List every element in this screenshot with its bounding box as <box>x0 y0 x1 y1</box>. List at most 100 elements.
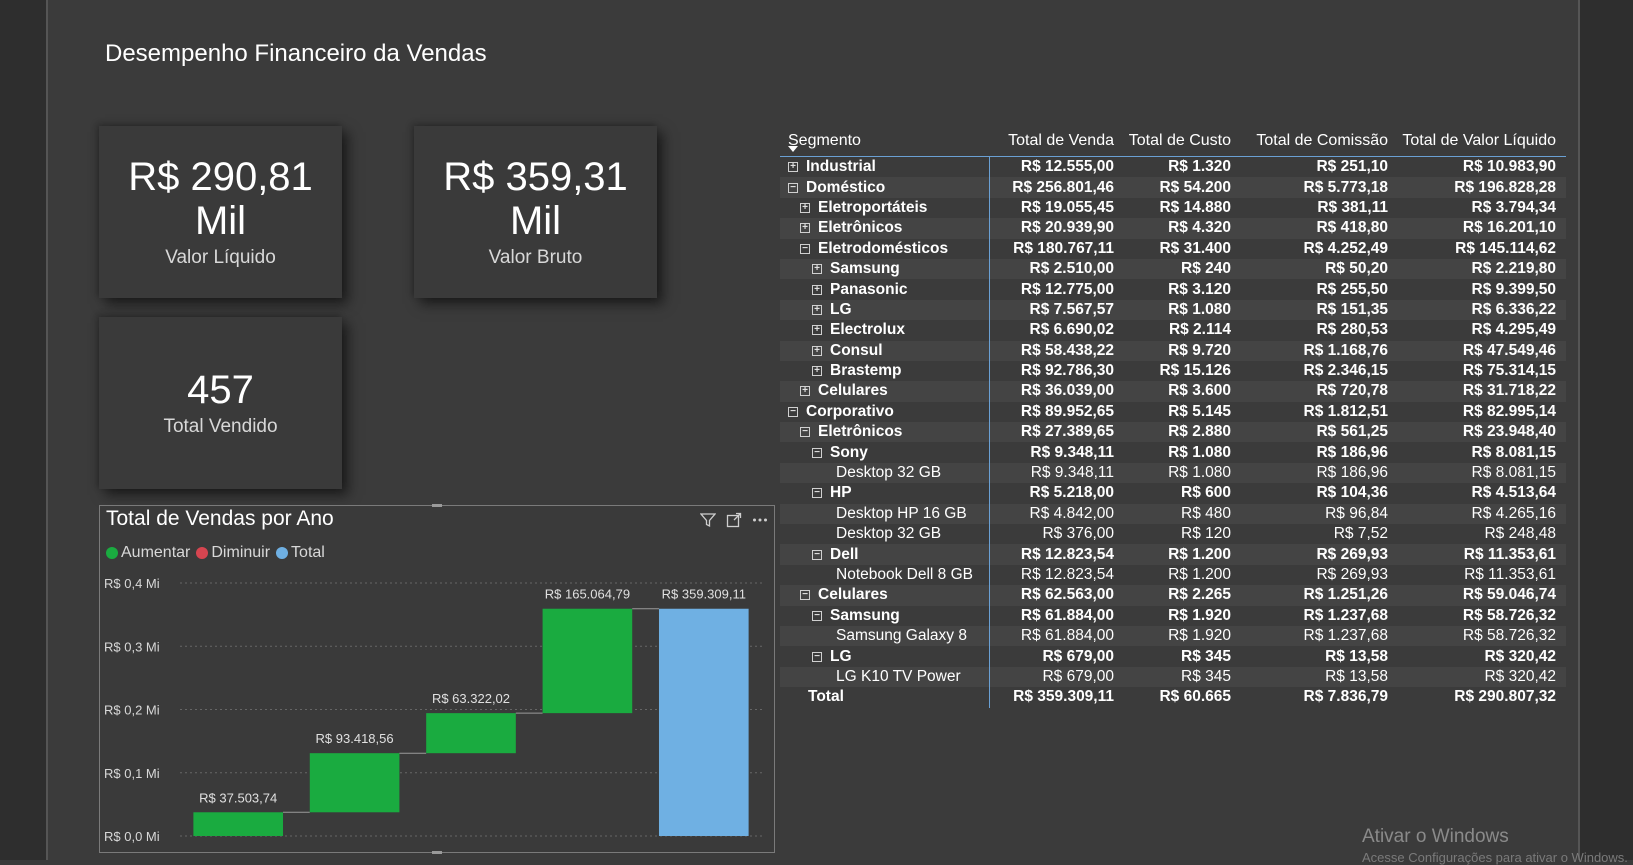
table-row[interactable]: + Eletroportáteis R$ 19.055,45 R$ 14.880 R$ … <box>780 197 1566 219</box>
table-row[interactable]: − Dell R$ 12.823,54 R$ 1.200 R$ 269,93 R$ 11.… <box>780 544 1566 565</box>
expand-icon[interactable]: + <box>812 264 822 275</box>
table-row[interactable]: + LG R$ 7.567,57 R$ 1.080 R$ 151,35 R$ 6.336,… <box>780 299 1566 321</box>
row-label: Eletrodomésticos <box>818 239 949 257</box>
cell-total-venda: R$ 679,00 <box>1042 647 1114 665</box>
expand-icon[interactable]: + <box>788 162 798 173</box>
windows-activation-subtitle: Acesse Configurações para ativar o Windo… <box>1362 850 1628 865</box>
row-header-cell: Desktop HP 16 GB <box>780 503 990 525</box>
row-header-cell: + Panasonic <box>780 279 990 300</box>
expand-icon[interactable]: + <box>800 223 810 234</box>
collapse-icon[interactable]: − <box>800 427 810 438</box>
table-row[interactable]: − Samsung R$ 61.884,00 R$ 1.920 R$ 1.237,68 R… <box>780 605 1566 626</box>
cell-total-liquido: R$ 2.219,80 <box>1471 260 1556 278</box>
cell-total-liquido: R$ 47.549,46 <box>1462 341 1556 359</box>
column-header-total-custo[interactable]: Total de Custo <box>1114 132 1231 150</box>
row-label: Dell <box>830 545 859 563</box>
kpi-card-valor-bruto[interactable]: R$ 359,31 Mil Valor Bruto <box>414 126 657 298</box>
cell-total-custo: R$ 240 <box>1181 260 1231 278</box>
cell-total-comissao: R$ 151,35 <box>1316 300 1388 318</box>
table-row[interactable]: − Eletrônicos R$ 27.389,65 R$ 2.880 R$ 561,2… <box>780 422 1566 443</box>
expand-icon[interactable]: + <box>812 345 822 356</box>
table-row[interactable]: + Industrial R$ 12.555,00 R$ 1.320 R$ 251,10… <box>780 157 1566 178</box>
table-row[interactable]: + Panasonic R$ 12.775,00 R$ 3.120 R$ 255,50 R… <box>780 279 1566 300</box>
collapse-icon[interactable]: − <box>812 610 822 621</box>
table-row[interactable]: − HP R$ 5.218,00 R$ 600 R$ 104,36 R$ 4.513,64 <box>780 483 1566 504</box>
kpi-card-total-vendido[interactable]: 457 Total Vendido <box>99 317 342 489</box>
table-row[interactable]: + Consul R$ 58.438,22 R$ 9.720 R$ 1.168,76 R$… <box>780 340 1566 361</box>
collapse-icon[interactable]: − <box>812 447 822 458</box>
cell-total-custo: R$ 14.880 <box>1159 198 1231 216</box>
table-row[interactable]: + Samsung R$ 2.510,00 R$ 240 R$ 50,20 R$ 2.21… <box>780 258 1566 280</box>
cell-total-venda: R$ 61.884,00 <box>1020 606 1114 624</box>
table-row[interactable]: + Eletrônicos R$ 20.939,90 R$ 4.320 R$ 418,8… <box>780 218 1566 239</box>
cell-total-custo: R$ 31.400 <box>1159 239 1231 257</box>
table-row[interactable]: Desktop HP 16 GB R$ 4.842,00 R$ 480 R$ 96,8… <box>780 503 1566 525</box>
collapse-icon[interactable]: − <box>812 549 822 560</box>
table-row[interactable]: − Doméstico R$ 256.801,46 R$ 54.200 R$ 5.773… <box>780 177 1566 198</box>
expand-icon[interactable]: + <box>800 386 810 397</box>
expand-icon[interactable]: + <box>800 202 810 213</box>
cell-total-custo: R$ 2.880 <box>1168 423 1231 441</box>
row-header-cell: − Sony <box>780 442 990 463</box>
cell-total-venda: R$ 376,00 <box>1042 525 1114 543</box>
collapse-icon[interactable]: − <box>788 182 798 193</box>
row-header-cell: + LG <box>780 299 990 321</box>
table-row[interactable]: − Sony R$ 9.348,11 R$ 1.080 R$ 186,96 R$ 8.08… <box>780 442 1566 463</box>
cell-total-custo: R$ 15.126 <box>1159 362 1231 380</box>
cell-total-comissao: R$ 1.237,68 <box>1303 627 1388 645</box>
expand-icon[interactable]: + <box>812 284 822 295</box>
matrix-body: + Industrial R$ 12.555,00 R$ 1.320 R$ 251,10… <box>780 157 1566 708</box>
cell-total-comissao: R$ 720,78 <box>1316 382 1388 400</box>
table-row[interactable]: Desktop 32 GB R$ 9.348,11 R$ 1.080 R$ 186,9… <box>780 462 1566 484</box>
collapse-icon[interactable]: − <box>812 488 822 499</box>
row-header-cell: + Eletroportáteis <box>780 197 990 219</box>
table-row[interactable]: + Brastemp R$ 92.786,30 R$ 15.126 R$ 2.346,1… <box>780 360 1566 382</box>
cell-total-custo: R$ 1.920 <box>1168 627 1231 645</box>
table-row[interactable]: + Celulares R$ 36.039,00 R$ 3.600 R$ 720,78 R… <box>780 381 1566 402</box>
waterfall-bar <box>309 753 400 813</box>
row-label: Notebook Dell 8 GB <box>836 566 973 583</box>
table-row[interactable]: − Eletrodomésticos R$ 180.767,11 R$ 31.400 R… <box>780 238 1566 259</box>
waterfall-chart-visual[interactable]: Total de Vendas por Ano Aumentar Diminui… <box>99 505 775 853</box>
collapse-icon[interactable]: − <box>788 406 798 417</box>
resize-handle-top[interactable] <box>432 504 442 507</box>
table-row[interactable]: − LG R$ 679,00 R$ 345 R$ 13,58 R$ 320,42 <box>780 646 1566 667</box>
cell-total-custo: R$ 1.080 <box>1168 300 1231 318</box>
cell-total-venda: R$ 6.690,02 <box>1029 321 1114 339</box>
cell-total-comissao: R$ 280,53 <box>1316 321 1388 339</box>
collapse-icon[interactable]: − <box>812 651 822 662</box>
cell-total-liquido: R$ 320,42 <box>1484 647 1556 665</box>
expand-icon[interactable]: + <box>812 325 822 336</box>
column-header-total-comissao[interactable]: Total de Comissão <box>1231 132 1388 150</box>
cell-total-comissao: R$ 418,80 <box>1316 219 1388 237</box>
table-row[interactable]: Samsung Galaxy 8 R$ 61.884,00 R$ 1.920 R$ 1… <box>780 625 1566 647</box>
table-row[interactable]: + Electrolux R$ 6.690,02 R$ 2.114 R$ 280,53 R… <box>780 320 1566 341</box>
collapse-icon[interactable]: − <box>800 590 810 601</box>
cell-total-venda: R$ 62.563,00 <box>1020 586 1114 604</box>
table-row[interactable]: Desktop 32 GB R$ 376,00 R$ 120 R$ 7,52 R$ 24… <box>780 524 1566 545</box>
collapse-icon[interactable]: − <box>800 243 810 254</box>
cell-total-venda: R$ 256.801,46 <box>1012 178 1114 196</box>
table-row[interactable]: − Corporativo R$ 89.952,65 R$ 5.145 R$ 1.812… <box>780 401 1566 423</box>
sort-descending-icon[interactable] <box>788 146 798 152</box>
cell-total-custo: R$ 1.200 <box>1168 545 1231 563</box>
right-pane <box>1578 0 1633 860</box>
cell-total-venda: R$ 9.348,11 <box>1030 464 1114 482</box>
cell-total-custo: R$ 2.265 <box>1168 586 1231 604</box>
kpi-card-valor-liquido[interactable]: R$ 290,81 Mil Valor Líquido <box>99 126 342 298</box>
row-header-cell: + Consul <box>780 340 990 361</box>
cell-total-venda: R$ 20.939,90 <box>1020 219 1114 237</box>
cell-total-venda: R$ 5.218,00 <box>1029 484 1114 502</box>
column-header-segmento[interactable]: Segmento <box>780 132 990 150</box>
cell-total-custo: R$ 2.114 <box>1168 321 1231 339</box>
table-row[interactable]: Notebook Dell 8 GB R$ 12.823,54 R$ 1.200 R$… <box>780 564 1566 586</box>
column-header-total-venda[interactable]: Total de Venda <box>990 132 1114 150</box>
expand-icon[interactable]: + <box>812 304 822 315</box>
resize-handle-bottom[interactable] <box>432 851 442 854</box>
column-header-total-liquido[interactable]: Total de Valor Líquido <box>1388 132 1556 150</box>
table-row[interactable]: LG K10 TV Power R$ 679,00 R$ 345 R$ 13,58 R$… <box>780 666 1566 688</box>
row-label: Eletrônicos <box>818 219 903 237</box>
table-row[interactable]: − Celulares R$ 62.563,00 R$ 2.265 R$ 1.251,2… <box>780 585 1566 606</box>
cell-total-comissao: R$ 1.812,51 <box>1303 402 1388 420</box>
expand-icon[interactable]: + <box>812 366 822 377</box>
